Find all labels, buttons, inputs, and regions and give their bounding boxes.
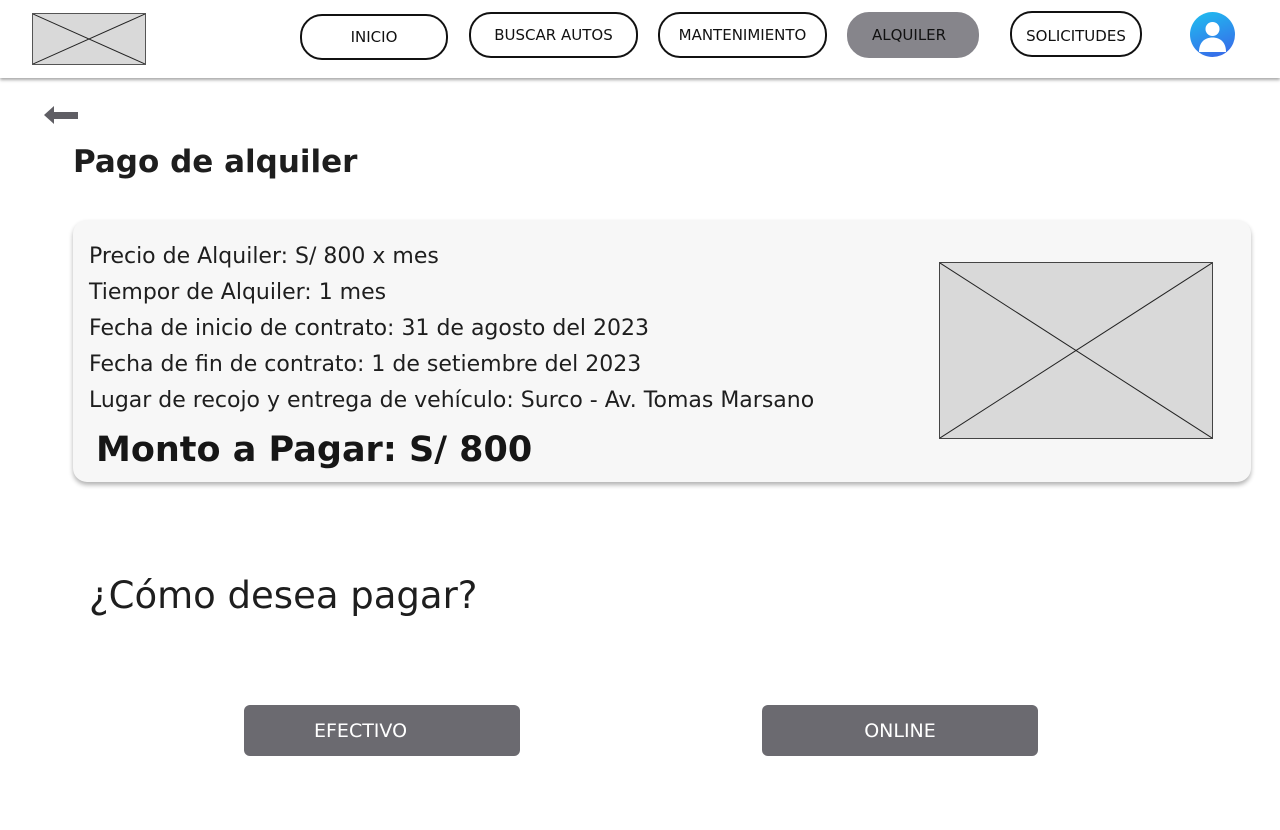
- contract-end-text: Fecha de fin de contrato: 1 de setiembre…: [89, 352, 642, 377]
- nav-alquiler-button[interactable]: ALQUILER: [847, 12, 979, 58]
- payment-method-question: ¿Cómo desea pagar?: [89, 574, 478, 617]
- top-navigation-bar: INICIO BUSCAR AUTOS MANTENIMIENTO ALQUIL…: [0, 0, 1280, 78]
- back-arrow-icon[interactable]: [42, 102, 80, 128]
- logo-placeholder-icon[interactable]: [32, 13, 146, 65]
- nav-solicitudes-button[interactable]: SOLICITUDES: [1010, 11, 1142, 57]
- nav-mantenimiento-button[interactable]: MANTENIMIENTO: [658, 12, 827, 58]
- rental-price-text: Precio de Alquiler: S/ 800 x mes: [89, 244, 439, 269]
- amount-due-text: Monto a Pagar: S/ 800: [96, 430, 533, 470]
- user-avatar-icon[interactable]: [1190, 12, 1235, 57]
- contract-start-text: Fecha de inicio de contrato: 31 de agost…: [89, 316, 649, 341]
- rental-duration-text: Tiempor de Alquiler: 1 mes: [89, 280, 387, 305]
- pay-cash-button[interactable]: EFECTIVO: [244, 705, 520, 756]
- nav-inicio-button[interactable]: INICIO: [300, 14, 448, 60]
- pickup-location-text: Lugar de recojo y entrega de vehículo: S…: [89, 388, 815, 413]
- nav-buscar-autos-button[interactable]: BUSCAR AUTOS: [469, 12, 638, 58]
- pay-online-button[interactable]: ONLINE: [762, 705, 1038, 756]
- vehicle-image-placeholder-icon: [939, 262, 1213, 439]
- rental-summary-card: Precio de Alquiler: S/ 800 x mes Tiempor…: [73, 220, 1251, 482]
- page-title: Pago de alquiler: [73, 144, 358, 180]
